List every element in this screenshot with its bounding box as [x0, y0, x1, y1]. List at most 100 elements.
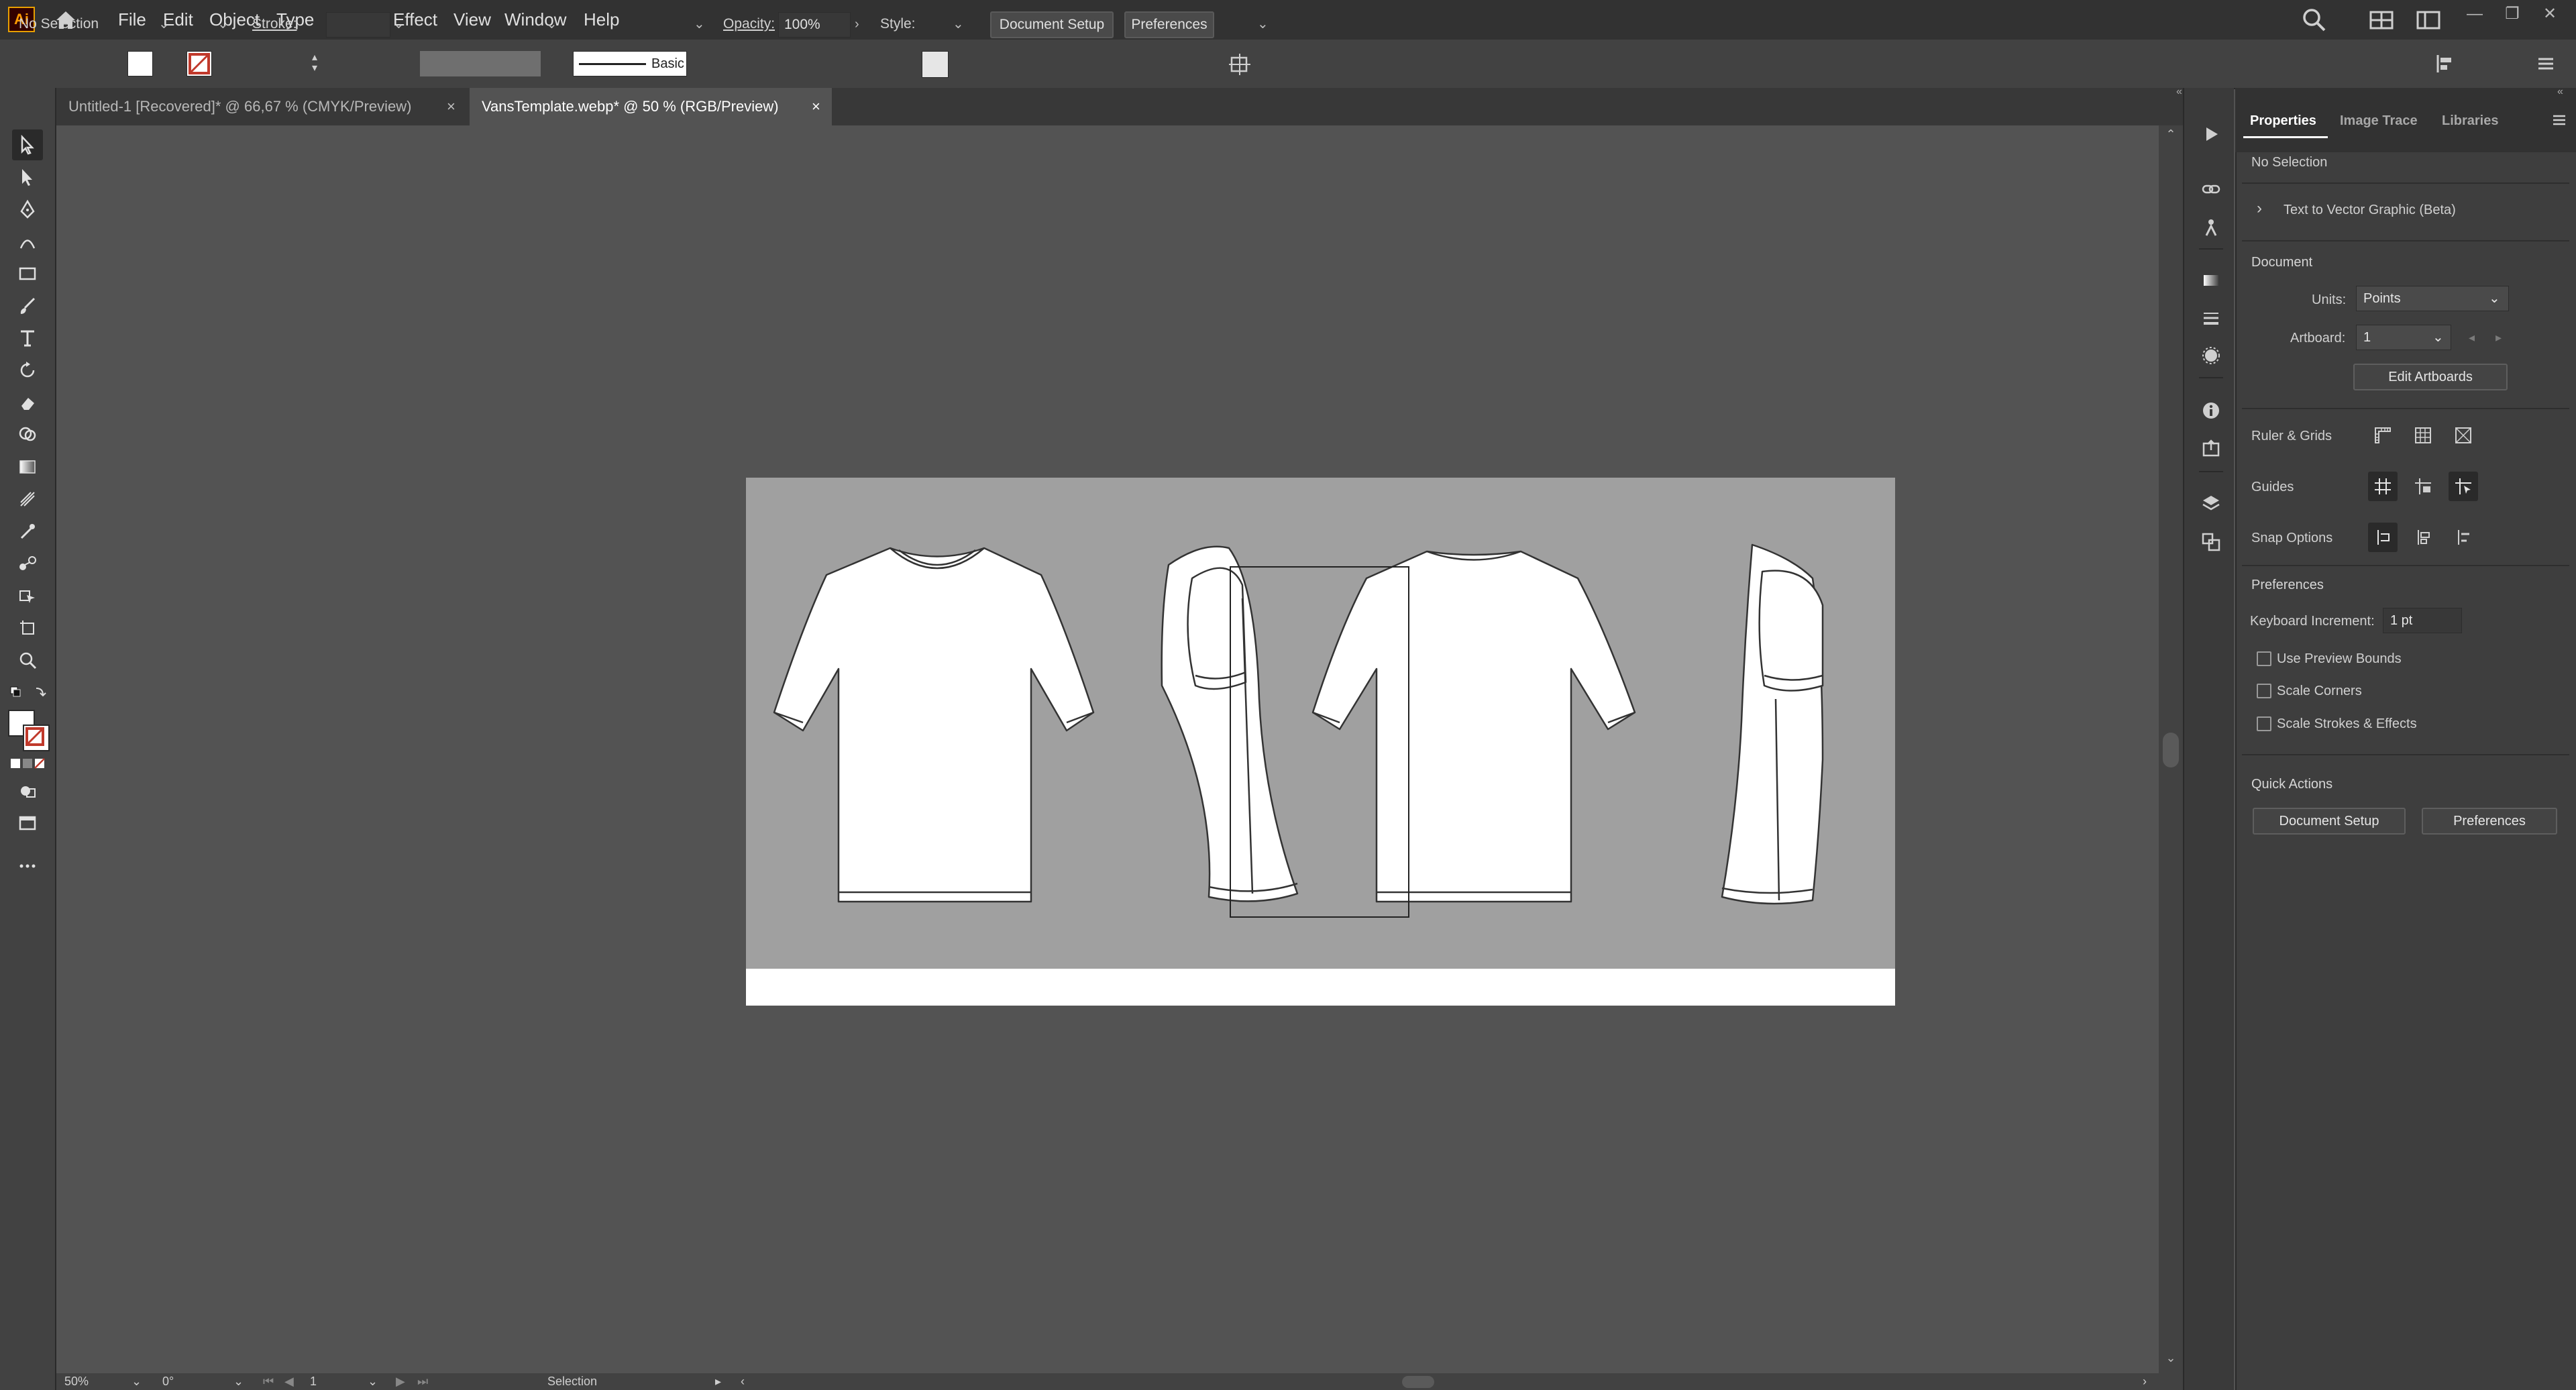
collapse-panels-icon[interactable]: « [2176, 86, 2196, 99]
status-menu-icon[interactable]: ▸ [715, 1373, 721, 1390]
menu-view[interactable]: View [453, 0, 491, 40]
direct-selection-tool-icon[interactable] [12, 162, 43, 193]
stroke-swatch[interactable] [186, 51, 212, 76]
actions-play-icon[interactable] [2196, 119, 2226, 149]
scroll-down-icon[interactable]: ⌄ [2163, 1351, 2179, 1367]
stroke-weight-stepper-icon[interactable]: ▴ ▾ [307, 52, 322, 76]
draw-mode-icon[interactable] [12, 776, 43, 806]
minimize-icon[interactable]: — [2463, 3, 2486, 25]
lock-guides-icon[interactable] [2408, 472, 2438, 501]
restore-icon[interactable]: ❐ [2501, 3, 2524, 25]
units-select[interactable]: Points [2356, 286, 2509, 311]
info-icon[interactable] [2196, 396, 2226, 425]
tab-untitled-1[interactable]: Untitled-1 [Recovered]* @ 66,67 % (CMYK/… [56, 88, 467, 125]
stroke-label[interactable]: Stroke: [252, 0, 297, 48]
snap-to-pixel-icon[interactable] [2449, 523, 2478, 552]
gradient-tool-icon[interactable] [12, 451, 43, 482]
type-tool-icon[interactable] [12, 323, 43, 354]
rotate-tool-icon[interactable] [12, 355, 43, 386]
menu-help[interactable]: Help [584, 0, 619, 40]
panel-menu-icon[interactable] [2533, 51, 2559, 76]
more-tools-icon[interactable] [12, 851, 43, 881]
chevron-down-icon[interactable]: ⌄ [131, 1373, 142, 1390]
opacity-field[interactable]: 100% [778, 12, 851, 38]
tab-image-trace[interactable]: Image Trace [2340, 104, 2418, 138]
quick-document-setup-button[interactable]: Document Setup [2253, 808, 2406, 835]
tab-properties[interactable]: Properties [2250, 104, 2316, 138]
snap-to-point-icon[interactable] [2368, 523, 2398, 552]
artboard-tool-icon[interactable] [12, 612, 43, 643]
puppet-warp-icon[interactable] [2196, 212, 2226, 242]
eraser-tool-icon[interactable] [12, 387, 43, 418]
rulers-icon[interactable] [2368, 421, 2398, 450]
close-icon[interactable]: ✕ [2538, 3, 2561, 25]
document-setup-button[interactable]: Document Setup [990, 11, 1114, 38]
tab-close-icon[interactable]: × [447, 88, 455, 125]
artboard-number[interactable]: 1 [310, 1373, 317, 1390]
paintbrush-tool-icon[interactable] [12, 290, 43, 321]
chevron-down-icon[interactable]: ⌄ [158, 0, 170, 48]
previous-artboard-icon[interactable]: ◂ [2469, 326, 2485, 349]
chevron-down-icon[interactable]: ⌄ [694, 0, 705, 48]
appearance-icon[interactable] [2196, 341, 2226, 370]
stroke-color-icon[interactable] [23, 725, 50, 751]
chevron-down-icon[interactable]: ⌄ [2489, 287, 2505, 310]
tab-vanstemplate[interactable]: VansTemplate.webp* @ 50 % (RGB/Preview) [470, 88, 832, 125]
graphic-style-swatch[interactable] [922, 51, 949, 78]
keyboard-increment-field[interactable]: 1 pt [2383, 608, 2462, 633]
menu-file[interactable]: File [118, 0, 146, 40]
layers-icon[interactable] [2196, 488, 2226, 518]
align-icon[interactable] [2432, 51, 2458, 76]
zoom-level[interactable]: 50% [64, 1373, 89, 1390]
chevron-down-icon[interactable]: ⌄ [233, 1373, 244, 1390]
snap-to-grid-icon[interactable] [2408, 523, 2438, 552]
smart-guides-icon[interactable] [2449, 472, 2478, 501]
blend-tool-icon[interactable] [12, 548, 43, 579]
workspace-switcher-icon[interactable] [2415, 8, 2442, 32]
zoom-tool-icon[interactable] [12, 645, 43, 676]
chevron-down-icon[interactable]: ⌄ [393, 0, 405, 48]
chevron-down-icon[interactable]: ⌄ [2432, 326, 2449, 349]
search-icon[interactable] [2301, 7, 2328, 34]
preferences-button[interactable]: Preferences [1124, 11, 1214, 38]
stroke-panel-icon[interactable] [2196, 303, 2226, 333]
horizontal-scroll-thumb[interactable] [1402, 1376, 1434, 1388]
live-paint-tool-icon[interactable] [12, 580, 43, 611]
chevron-down-icon[interactable]: ⌄ [217, 0, 229, 48]
scroll-up-icon[interactable]: ⌃ [2163, 127, 2179, 144]
screen-mode-icon[interactable] [12, 808, 43, 839]
show-guides-icon[interactable] [2368, 472, 2398, 501]
chevron-down-icon[interactable]: ⌄ [546, 0, 557, 48]
vertical-scroll-thumb[interactable] [2163, 733, 2179, 767]
scale-strokes-checkbox[interactable] [2257, 716, 2271, 731]
shape-builder-tool-icon[interactable] [12, 419, 43, 450]
curvature-tool-icon[interactable] [12, 226, 43, 257]
fill-swatch[interactable] [127, 51, 153, 76]
artboards-icon[interactable] [2196, 527, 2226, 557]
chevron-down-icon[interactable]: ⌄ [368, 1373, 378, 1390]
transform-icon[interactable] [1228, 51, 1253, 76]
scale-corners-checkbox[interactable] [2257, 684, 2271, 698]
asset-export-icon[interactable] [2196, 433, 2226, 463]
links-icon[interactable] [2196, 174, 2226, 204]
tab-close-icon[interactable]: × [812, 88, 820, 125]
collapse-panel-icon[interactable]: « [2557, 86, 2573, 99]
transparency-grid-icon[interactable] [2449, 421, 2478, 450]
chevron-right-icon[interactable]: › [855, 0, 859, 48]
first-artboard-icon[interactable]: ⏮ [263, 1373, 274, 1390]
next-artboard-icon[interactable]: ▸ [2496, 326, 2512, 349]
opacity-label[interactable]: Opacity: [723, 0, 775, 48]
rectangle-tool-icon[interactable] [12, 258, 43, 289]
default-colors-icon[interactable] [9, 684, 47, 700]
variable-width-profile[interactable] [420, 51, 541, 76]
scroll-right-icon[interactable]: › [2143, 1373, 2147, 1390]
previous-artboard-icon[interactable]: ◀ [284, 1373, 294, 1390]
gradient-panel-icon[interactable] [2196, 266, 2226, 295]
color-mode-icons[interactable] [9, 757, 47, 771]
rotation-value[interactable]: 0° [162, 1373, 174, 1390]
edit-artboards-button[interactable]: Edit Artboards [2353, 364, 2508, 390]
chevron-down-icon[interactable]: ⌄ [1257, 0, 1269, 48]
tab-libraries[interactable]: Libraries [2442, 104, 2498, 138]
chevron-right-icon[interactable]: › [2257, 199, 2273, 219]
last-artboard-icon[interactable]: ⏭ [417, 1373, 428, 1390]
